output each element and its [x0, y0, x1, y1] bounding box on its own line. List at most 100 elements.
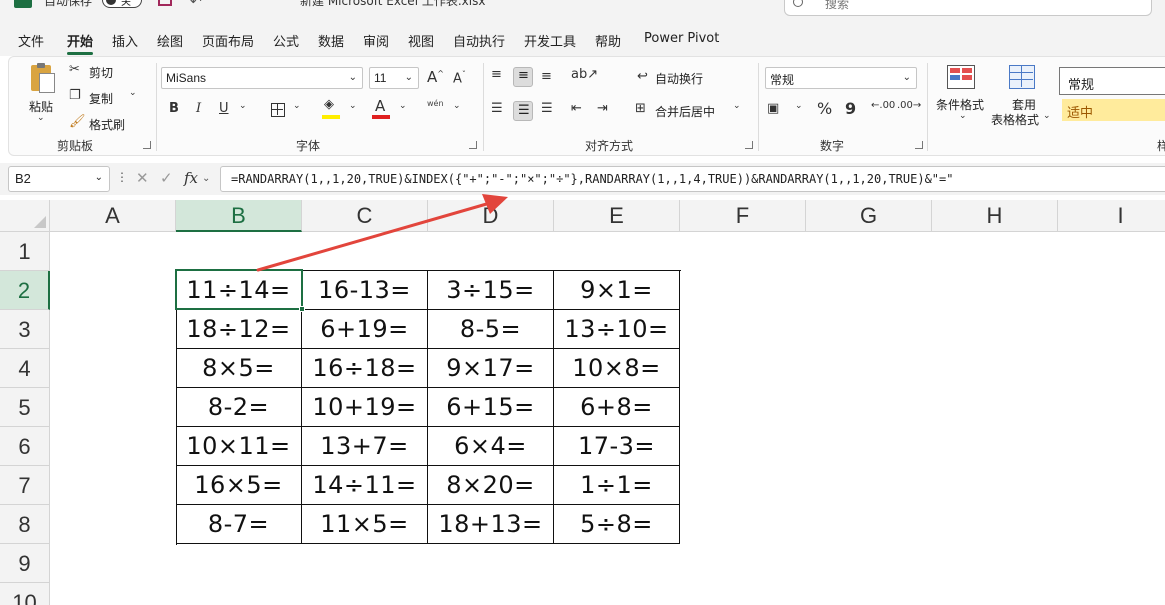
copy-icon[interactable]: ❐: [69, 88, 81, 103]
borders-icon[interactable]: [271, 103, 285, 117]
cell-c4[interactable]: 16÷18=: [302, 349, 428, 388]
tab-view[interactable]: 视图: [408, 31, 434, 50]
column-header-a[interactable]: A: [50, 200, 176, 232]
row-header-10[interactable]: 10: [0, 583, 50, 605]
decrease-decimal-icon[interactable]: .00→: [897, 100, 921, 111]
save-icon[interactable]: [158, 0, 172, 6]
cell-b5[interactable]: 8-2=: [176, 388, 302, 427]
column-header-b[interactable]: B: [176, 200, 302, 232]
fill-color-dropdown-icon[interactable]: ⌄: [349, 101, 357, 111]
tab-page-layout[interactable]: 页面布局: [202, 31, 254, 50]
fill-color-icon[interactable]: ◈: [324, 97, 334, 112]
align-center-icon[interactable]: ☰: [513, 101, 533, 121]
more-options-icon[interactable]: ⋮: [116, 170, 128, 184]
select-all-button[interactable]: [0, 200, 50, 232]
copy-button[interactable]: 复制: [89, 90, 113, 107]
align-middle-icon[interactable]: ≡: [513, 67, 533, 87]
wrap-text-icon[interactable]: ↩: [637, 69, 648, 84]
row-header-8[interactable]: 8: [0, 505, 50, 544]
cell-d8[interactable]: 18+13=: [428, 505, 554, 544]
alignment-launcher-icon[interactable]: [745, 141, 753, 149]
row-header-5[interactable]: 5: [0, 388, 50, 427]
column-header-d[interactable]: D: [428, 200, 554, 232]
cell-e2[interactable]: 9×1=: [554, 271, 680, 310]
cut-button[interactable]: 剪切: [89, 64, 113, 81]
align-top-icon[interactable]: ≡: [491, 67, 502, 82]
merge-center-button[interactable]: 合并后居中: [655, 103, 715, 120]
cell-b6[interactable]: 10×11=: [176, 427, 302, 466]
column-header-c[interactable]: C: [302, 200, 428, 232]
copy-dropdown-icon[interactable]: ⌄: [129, 88, 137, 98]
accounting-dropdown-icon[interactable]: ⌄: [795, 101, 803, 111]
row-header-1[interactable]: 1: [0, 232, 50, 271]
format-painter-button[interactable]: 格式刷: [89, 116, 125, 133]
tab-file[interactable]: 文件: [18, 31, 44, 50]
style-normal-swatch[interactable]: 常规: [1059, 67, 1165, 95]
merge-center-icon[interactable]: ⊞: [635, 101, 646, 116]
number-format-select[interactable]: 常规 ⌄: [765, 67, 917, 89]
clipboard-launcher-icon[interactable]: [143, 141, 151, 149]
cell-d3[interactable]: 8-5=: [428, 310, 554, 349]
cell-e8[interactable]: 5÷8=: [554, 505, 680, 544]
row-header-7[interactable]: 7: [0, 466, 50, 505]
row-header-2[interactable]: 2: [0, 271, 50, 310]
tab-help[interactable]: 帮助: [595, 31, 621, 50]
row-header-6[interactable]: 6: [0, 427, 50, 466]
cell-c8[interactable]: 11×5=: [302, 505, 428, 544]
cell-d2[interactable]: 3÷15=: [428, 271, 554, 310]
increase-indent-icon[interactable]: ⇥: [597, 101, 608, 116]
search-box[interactable]: 搜索: [784, 0, 1152, 16]
cell-b2[interactable]: 11÷14=: [176, 271, 302, 310]
cell-b7[interactable]: 16×5=: [176, 466, 302, 505]
tab-draw[interactable]: 绘图: [157, 31, 183, 50]
format-as-table-icon[interactable]: [1009, 65, 1035, 89]
tab-review[interactable]: 审阅: [363, 31, 389, 50]
phonetic-guide-icon[interactable]: wén: [427, 99, 444, 108]
worksheet-grid[interactable]: A B C D E F G H I 1 2 3 4 5 6 7 8 9 10 1…: [0, 200, 1165, 605]
tab-home[interactable]: 开始: [67, 31, 93, 50]
cell-b4[interactable]: 8×5=: [176, 349, 302, 388]
format-as-table-line2[interactable]: 表格格式: [991, 111, 1039, 128]
font-color-dropdown-icon[interactable]: ⌄: [399, 101, 407, 111]
italic-button[interactable]: I: [196, 101, 201, 116]
font-color-icon[interactable]: A: [375, 97, 385, 115]
font-name-select[interactable]: MiSans ⌄: [161, 67, 363, 89]
cell-e6[interactable]: 17-3=: [554, 427, 680, 466]
cell-e4[interactable]: 10×8=: [554, 349, 680, 388]
underline-button[interactable]: U: [219, 101, 229, 116]
cell-c3[interactable]: 6+19=: [302, 310, 428, 349]
tab-data[interactable]: 数据: [318, 31, 344, 50]
merge-dropdown-icon[interactable]: ⌄: [733, 101, 741, 111]
accounting-format-icon[interactable]: ▣: [767, 101, 779, 116]
cell-c5[interactable]: 10+19=: [302, 388, 428, 427]
row-header-9[interactable]: 9: [0, 544, 50, 583]
tab-automate[interactable]: 自动执行: [453, 31, 505, 50]
cell-e5[interactable]: 6+8=: [554, 388, 680, 427]
format-painter-icon[interactable]: 🖌: [69, 114, 86, 129]
bold-button[interactable]: B: [169, 101, 179, 116]
wrap-text-button[interactable]: 自动换行: [655, 70, 703, 87]
cell-c2[interactable]: 16-13=: [302, 271, 428, 310]
cell-d7[interactable]: 8×20=: [428, 466, 554, 505]
cell-c7[interactable]: 14÷11=: [302, 466, 428, 505]
tab-insert[interactable]: 插入: [112, 31, 138, 50]
cell-e3[interactable]: 13÷10=: [554, 310, 680, 349]
phonetic-dropdown-icon[interactable]: ⌄: [453, 101, 461, 111]
paste-icon[interactable]: [27, 63, 57, 97]
comma-style-button[interactable]: 9: [845, 99, 856, 118]
align-bottom-icon[interactable]: ≡: [541, 69, 552, 84]
tab-developer[interactable]: 开发工具: [524, 31, 576, 50]
cell-c6[interactable]: 13+7=: [302, 427, 428, 466]
conditional-dropdown-icon[interactable]: ⌄: [959, 111, 967, 121]
format-table-dropdown-icon[interactable]: ⌄: [1043, 111, 1051, 121]
style-neutral-swatch[interactable]: 适中: [1062, 99, 1165, 121]
orientation-icon[interactable]: ab↗: [571, 67, 598, 82]
align-left-icon[interactable]: ☰: [491, 101, 503, 116]
row-header-4[interactable]: 4: [0, 349, 50, 388]
column-header-g[interactable]: G: [806, 200, 932, 232]
column-header-f[interactable]: F: [680, 200, 806, 232]
increase-decimal-icon[interactable]: ←.00: [871, 100, 895, 111]
tab-formulas[interactable]: 公式: [273, 31, 299, 50]
column-header-h[interactable]: H: [932, 200, 1058, 232]
enter-icon[interactable]: ✓: [160, 169, 173, 187]
